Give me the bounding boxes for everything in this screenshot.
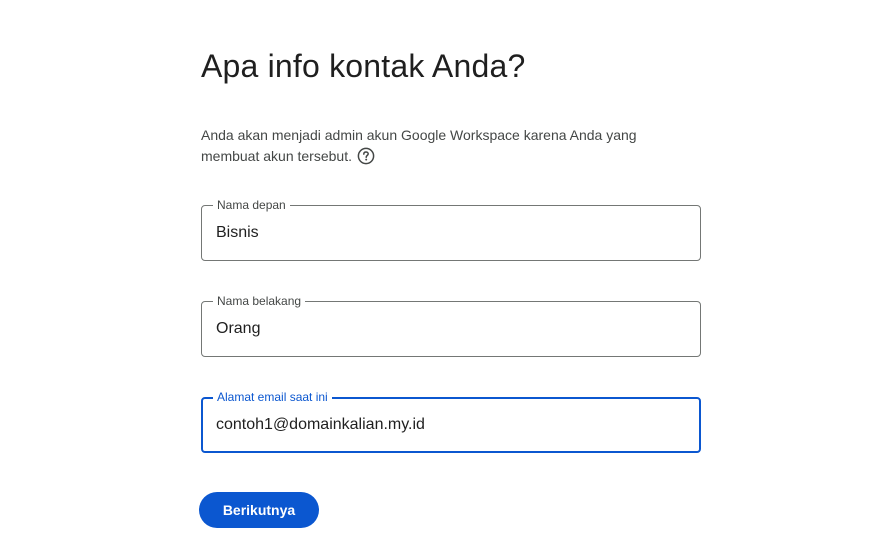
last-name-label: Nama belakang xyxy=(213,294,306,308)
last-name-input[interactable] xyxy=(216,316,676,342)
first-name-label: Nama depan xyxy=(213,198,290,212)
help-circle-icon[interactable] xyxy=(357,147,375,165)
email-input[interactable] xyxy=(216,412,676,438)
page-title: Apa info kontak Anda? xyxy=(201,48,526,84)
first-name-field: Nama depan xyxy=(201,198,701,261)
last-name-field: Nama belakang xyxy=(201,294,701,357)
first-name-input[interactable] xyxy=(216,220,676,246)
contact-info-page: Apa info kontak Anda? Anda akan menjadi … xyxy=(0,0,884,551)
email-label: Alamat email saat ini xyxy=(213,390,332,404)
admin-description: Anda akan menjadi admin akun Google Work… xyxy=(201,125,671,167)
email-field: Alamat email saat ini xyxy=(201,390,701,453)
next-button[interactable]: Berikutnya xyxy=(199,492,319,528)
admin-description-text: Anda akan menjadi admin akun Google Work… xyxy=(201,127,637,164)
